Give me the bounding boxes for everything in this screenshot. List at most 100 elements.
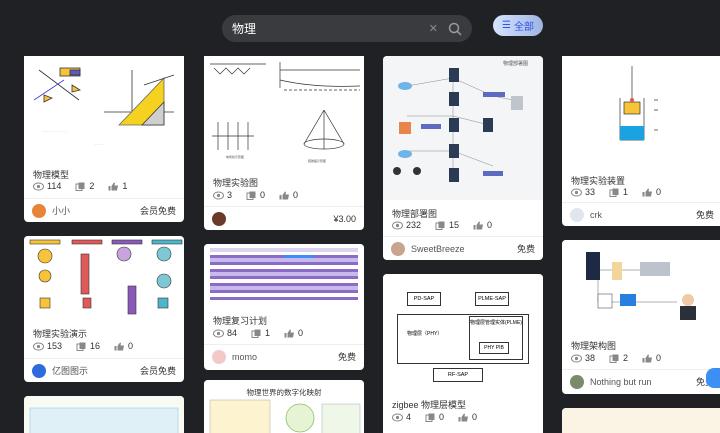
copy-icon bbox=[425, 413, 435, 422]
eye-icon bbox=[392, 413, 403, 421]
pd-sap-box: PD-SAP bbox=[407, 292, 441, 306]
card-title: 物理架构图 bbox=[571, 341, 617, 351]
search-icon[interactable] bbox=[448, 22, 462, 36]
thumbs-up-icon bbox=[642, 354, 653, 362]
card-title: 物理模型 bbox=[33, 170, 70, 180]
card-thumbnail bbox=[562, 240, 720, 334]
views-count: 33 bbox=[585, 187, 596, 197]
copies-count: 2 bbox=[89, 181, 95, 191]
thumbs-up-icon bbox=[108, 182, 119, 190]
card-stats: 84 1 0 bbox=[213, 328, 303, 338]
copies-count: 2 bbox=[623, 353, 629, 363]
copy-icon bbox=[76, 342, 86, 351]
author-name[interactable]: Nothing but run bbox=[590, 377, 652, 387]
template-card[interactable]: 物理实验装置 33 1 0 crk 免费 bbox=[562, 40, 720, 226]
price-label: ¥3.00 bbox=[333, 213, 356, 224]
views-count: 3 bbox=[227, 190, 233, 200]
floating-action-handle[interactable] bbox=[706, 368, 720, 388]
author-name[interactable]: 小小 bbox=[52, 204, 70, 217]
list-icon: ☰ bbox=[502, 20, 511, 31]
thumbs-up-icon bbox=[114, 342, 125, 350]
close-icon[interactable]: ✕ bbox=[429, 22, 438, 35]
card-footer: crk 免费 bbox=[562, 202, 720, 226]
card-title: 物理实验图 bbox=[213, 178, 259, 188]
eye-icon bbox=[392, 221, 403, 229]
thumbs-up-icon bbox=[473, 221, 484, 229]
card-stats: 114 2 1 bbox=[33, 181, 127, 191]
search-box[interactable]: ✕ bbox=[222, 15, 472, 42]
likes-count: 1 bbox=[122, 181, 128, 191]
card-stats: 153 16 0 bbox=[33, 341, 133, 351]
price-label: 免费 bbox=[695, 210, 714, 220]
template-card[interactable]: 物理复习计划 84 1 0 momo 免费 bbox=[204, 244, 364, 370]
views-count: 114 bbox=[47, 181, 62, 191]
svg-text:· 电场线示意图: · 电场线示意图 bbox=[224, 154, 244, 159]
card-footer: 小小 会员免费 bbox=[24, 198, 184, 222]
avatar[interactable] bbox=[570, 374, 584, 389]
copies-count: 1 bbox=[623, 187, 629, 197]
author-name[interactable]: SweetBreeze bbox=[411, 244, 465, 254]
template-card[interactable]: 物理实验演示 153 16 0 亿图图示 会员免费 bbox=[24, 236, 184, 382]
author-name[interactable]: crk bbox=[590, 210, 602, 220]
card-stats: 232 15 0 bbox=[392, 220, 492, 230]
template-card[interactable]: PD-SAP PLME-SAP 物理层（PHY） 物理层管理实体(PLME) P… bbox=[383, 274, 543, 433]
likes-count: 0 bbox=[656, 187, 662, 197]
template-card[interactable] bbox=[562, 408, 720, 433]
author-name[interactable]: momo bbox=[232, 352, 257, 362]
views-count: 4 bbox=[406, 412, 412, 422]
card-stats: 38 2 0 bbox=[571, 353, 661, 363]
search-input[interactable] bbox=[232, 21, 429, 36]
card-footer: SweetBreeze 免费 bbox=[383, 236, 543, 260]
price-label: 会员免费 bbox=[139, 206, 176, 216]
copy-icon bbox=[609, 188, 619, 197]
copies-count: 1 bbox=[265, 328, 271, 338]
likes-count: 0 bbox=[128, 341, 134, 351]
top-bar: ✕ ☰ 全部 bbox=[0, 0, 720, 56]
svg-text:· 圆锥摆示意图: · 圆锥摆示意图 bbox=[306, 158, 326, 163]
avatar[interactable] bbox=[570, 207, 584, 222]
eye-icon bbox=[33, 342, 44, 350]
phy-layer-label: 物理层（PHY） bbox=[407, 331, 443, 337]
card-thumbnail bbox=[204, 244, 364, 306]
template-card[interactable] bbox=[24, 396, 184, 433]
card-thumbnail: · 电场线示意图 · 圆锥摆示意图 bbox=[204, 40, 364, 168]
avatar[interactable] bbox=[212, 349, 226, 364]
eye-icon bbox=[571, 354, 582, 362]
avatar[interactable] bbox=[32, 363, 46, 378]
avatar[interactable] bbox=[212, 211, 226, 226]
svg-text:·········: ········· bbox=[94, 142, 103, 146]
avatar[interactable] bbox=[32, 203, 46, 218]
template-card[interactable]: 物理架构图 38 2 0 Nothing but run 免费 bbox=[562, 240, 720, 394]
thumbs-up-icon bbox=[279, 191, 290, 199]
template-card[interactable]: · 电场线示意图 · 圆锥摆示意图 物理实验图 3 0 0 ¥3.00 bbox=[204, 40, 364, 230]
likes-count: 0 bbox=[656, 353, 662, 363]
copies-count: 0 bbox=[260, 190, 266, 200]
copy-icon bbox=[251, 329, 261, 338]
card-thumbnail bbox=[24, 396, 184, 433]
card-title: 物理部署图 bbox=[392, 209, 438, 219]
card-thumbnail: ······· ········ ········ ········· bbox=[24, 40, 184, 160]
views-count: 232 bbox=[406, 220, 422, 230]
card-footer: ¥3.00 bbox=[204, 206, 364, 230]
views-count: 38 bbox=[585, 353, 596, 363]
card-thumbnail: PD-SAP PLME-SAP 物理层（PHY） 物理层管理实体(PLME) P… bbox=[383, 274, 543, 390]
thumbs-up-icon bbox=[284, 329, 295, 337]
card-title: 物理实验装置 bbox=[571, 176, 626, 186]
card-title: 物理复习计划 bbox=[213, 316, 268, 326]
card-stats: 4 0 0 bbox=[392, 412, 477, 422]
template-card[interactable]: 物理部署图 物理部署图 232 15 0 SweetBreeze 免费 bbox=[383, 56, 543, 260]
card-stats: 33 1 0 bbox=[571, 187, 661, 197]
views-count: 153 bbox=[47, 341, 63, 351]
likes-count: 0 bbox=[298, 328, 304, 338]
eye-icon bbox=[213, 329, 224, 337]
author-name[interactable]: 亿图图示 bbox=[52, 364, 88, 377]
card-footer: Nothing but run 免费 bbox=[562, 369, 720, 393]
likes-count: 0 bbox=[472, 412, 478, 422]
phy-pib-box: PHY PIB bbox=[479, 342, 509, 354]
price-label: 会员免费 bbox=[139, 366, 176, 376]
card-footer: momo 免费 bbox=[204, 344, 364, 368]
template-card[interactable]: 物理世界的数字化映射 bbox=[204, 380, 364, 433]
filter-all-button[interactable]: ☰ 全部 bbox=[493, 15, 543, 36]
template-card[interactable]: ······· ········ ········ ········· 物理模型… bbox=[24, 40, 184, 222]
avatar[interactable] bbox=[391, 241, 405, 256]
